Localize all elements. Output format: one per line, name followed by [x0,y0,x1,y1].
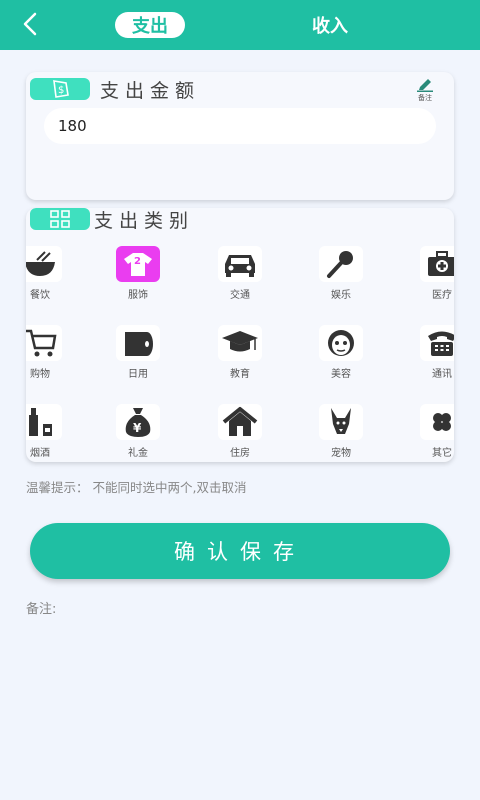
category-label: 餐饮 [30,290,50,301]
amount-card: $ 支出金额 备注 [26,72,454,200]
category-item-communication[interactable]: 通讯 [412,325,454,387]
medical-kit-icon [420,246,454,282]
tab-expense[interactable]: 支出 [115,12,185,38]
confirm-save-button[interactable]: 确认保存 [30,523,450,579]
category-card: 支出类别 餐饮 2 服饰 交通 娱乐 医疗 购物 日用 教育 美容 通讯 烟酒 … [26,208,454,462]
microphone-icon [319,246,363,282]
category-label: 教育 [230,369,250,380]
car-icon [218,246,262,282]
category-item-dining[interactable]: 餐饮 [26,246,70,308]
category-item-medical[interactable]: 医疗 [412,246,454,308]
money-icon: $ [53,80,69,98]
category-label: 购物 [30,369,50,380]
clothes-icon: 2 [116,246,160,282]
category-label: 日用 [128,369,148,380]
dog-icon [319,404,363,440]
category-item-entertainment[interactable]: 娱乐 [311,246,371,308]
category-item-tobacco-alcohol[interactable]: 烟酒 [26,404,70,462]
category-item-transport[interactable]: 交通 [210,246,270,308]
remark-button[interactable]: 备注 [412,78,438,104]
face-mask-icon [319,325,363,361]
category-item-shopping[interactable]: 购物 [26,325,70,387]
category-label: 礼金 [128,448,148,459]
clover-icon [420,404,454,440]
money-bag-icon: ¥ [116,404,160,440]
svg-text:$: $ [58,85,64,96]
note-label: 备注: [26,602,57,617]
tab-income[interactable]: 收入 [295,12,365,38]
category-label: 其它 [432,448,452,459]
amount-input[interactable] [44,108,436,144]
pencil-icon [417,79,433,92]
category-label: 娱乐 [331,290,351,301]
tissue-roll-icon [116,325,160,361]
category-label: 服饰 [128,290,148,301]
category-label: 美容 [331,369,351,380]
tip-text: 温馨提示： 不能同时选中两个,双击取消 [26,480,247,495]
category-item-housing[interactable]: 住房 [210,404,270,462]
amount-section-title: 支出金额 [100,80,201,102]
category-item-clothing[interactable]: 2 服饰 [108,246,168,308]
house-icon [218,404,262,440]
remark-label: 备注 [418,94,432,102]
category-item-pets[interactable]: 宠物 [311,404,371,462]
category-section-title: 支出类别 [94,210,195,232]
category-label: 通讯 [432,369,452,380]
chevron-left-icon [23,12,37,36]
graduation-cap-icon [218,325,262,361]
category-label: 烟酒 [30,448,50,459]
telephone-icon [420,325,454,361]
category-section-badge [30,208,90,230]
category-item-daily[interactable]: 日用 [108,325,168,387]
svg-text:2: 2 [134,256,141,267]
category-label: 宠物 [331,448,351,459]
back-button[interactable] [16,10,44,38]
category-label: 医疗 [432,290,452,301]
svg-text:¥: ¥ [133,421,142,435]
top-bar: 支出 收入 [0,0,480,50]
category-label: 住房 [230,448,250,459]
category-item-gift-money[interactable]: ¥ 礼金 [108,404,168,462]
category-item-other[interactable]: 其它 [412,404,454,462]
grid-icon [50,210,70,228]
category-item-education[interactable]: 教育 [210,325,270,387]
shopping-cart-icon [26,325,62,361]
amount-section-badge: $ [30,78,90,100]
bowl-icon [26,246,62,282]
bottle-icon [26,404,62,440]
category-label: 交通 [230,290,250,301]
category-item-beauty[interactable]: 美容 [311,325,371,387]
